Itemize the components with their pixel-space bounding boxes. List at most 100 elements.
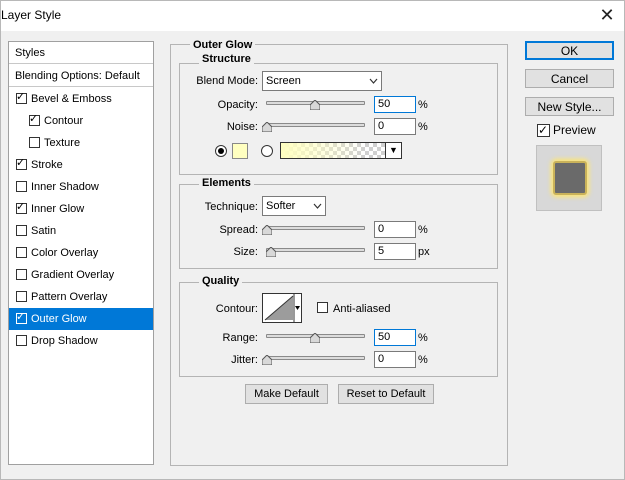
close-button[interactable]: ✕ bbox=[596, 5, 618, 27]
solid-color-radio[interactable] bbox=[215, 145, 227, 157]
jitter-unit: % bbox=[418, 354, 428, 366]
styles-header[interactable]: Styles bbox=[9, 42, 153, 64]
noise-input[interactable]: 0 bbox=[374, 118, 416, 135]
style-checkbox-contour[interactable]: ✓ bbox=[29, 113, 40, 126]
check-icon: ✓ bbox=[16, 91, 26, 103]
style-checkbox-color-overlay[interactable] bbox=[16, 247, 27, 258]
size-slider-thumb[interactable] bbox=[266, 247, 276, 257]
contour-picker[interactable] bbox=[262, 293, 302, 323]
chevron-down-icon bbox=[313, 197, 322, 222]
style-preview-thumbnail bbox=[536, 145, 602, 211]
layer-style-dialog: Layer Style ✕ Styles Blending Options: D… bbox=[0, 0, 625, 480]
style-item-label: Drop Shadow bbox=[31, 335, 98, 347]
preview-label: Preview bbox=[553, 123, 596, 137]
range-input[interactable]: 50 bbox=[374, 329, 416, 346]
chevron-down-icon bbox=[369, 72, 378, 97]
spread-input[interactable]: 0 bbox=[374, 221, 416, 238]
style-item-texture[interactable]: Texture bbox=[9, 132, 153, 154]
jitter-label: Jitter: bbox=[231, 354, 258, 366]
spread-slider[interactable] bbox=[266, 226, 365, 230]
style-checkbox-stroke[interactable]: ✓ bbox=[16, 157, 27, 170]
range-slider-thumb[interactable] bbox=[310, 333, 320, 343]
style-item-outer-glow[interactable]: ✓ Outer Glow bbox=[9, 308, 153, 330]
noise-label: Noise: bbox=[226, 121, 258, 133]
blending-options-item[interactable]: Blending Options: Default bbox=[9, 65, 153, 87]
gradient-picker[interactable]: ▼ bbox=[280, 142, 402, 159]
style-checkbox-drop-shadow[interactable] bbox=[16, 335, 27, 346]
style-item-stroke[interactable]: ✓ Stroke bbox=[9, 154, 153, 176]
style-item-label: Color Overlay bbox=[31, 247, 99, 259]
style-item-label: Inner Shadow bbox=[31, 181, 99, 193]
style-item-inner-shadow[interactable]: Inner Shadow bbox=[9, 176, 153, 198]
size-unit: px bbox=[418, 246, 430, 258]
check-icon: ✓ bbox=[538, 123, 549, 137]
style-checkbox-outer-glow[interactable]: ✓ bbox=[16, 311, 27, 324]
style-checkbox-pattern-overlay[interactable] bbox=[16, 291, 27, 302]
blend-mode-select[interactable]: Screen bbox=[262, 71, 382, 91]
glow-color-swatch[interactable] bbox=[232, 143, 248, 159]
style-item-inner-glow[interactable]: ✓ Inner Glow bbox=[9, 198, 153, 220]
size-input[interactable]: 5 bbox=[374, 243, 416, 260]
spread-slider-thumb[interactable] bbox=[262, 225, 272, 235]
style-item-gradient-overlay[interactable]: Gradient Overlay bbox=[9, 264, 153, 286]
style-item-color-overlay[interactable]: Color Overlay bbox=[9, 242, 153, 264]
caret-down-icon[interactable]: ▼ bbox=[385, 143, 401, 158]
style-checkbox-gradient-overlay[interactable] bbox=[16, 269, 27, 280]
size-label: Size: bbox=[233, 246, 258, 258]
style-item-label: Texture bbox=[44, 137, 81, 149]
anti-aliased-checkbox[interactable] bbox=[317, 302, 328, 313]
style-item-label: Bevel & Emboss bbox=[31, 93, 112, 105]
style-item-contour[interactable]: ✓ Contour bbox=[9, 110, 153, 132]
reset-to-default-button[interactable]: Reset to Default bbox=[338, 384, 434, 404]
noise-slider-thumb[interactable] bbox=[262, 122, 272, 132]
style-item-label: Pattern Overlay bbox=[31, 291, 108, 303]
opacity-slider-thumb[interactable] bbox=[310, 100, 320, 110]
opacity-label: Opacity: bbox=[217, 99, 258, 111]
style-item-drop-shadow[interactable]: Drop Shadow bbox=[9, 330, 153, 352]
style-checkbox-bevel-and-emboss[interactable]: ✓ bbox=[16, 91, 27, 104]
noise-slider[interactable] bbox=[266, 123, 365, 127]
check-icon: ✓ bbox=[29, 113, 39, 125]
noise-unit: % bbox=[418, 121, 428, 133]
quality-title: Quality bbox=[199, 275, 243, 287]
cancel-button[interactable]: Cancel bbox=[525, 69, 614, 88]
contour-label: Contour: bbox=[215, 303, 258, 315]
style-item-label: Contour bbox=[44, 115, 84, 127]
elements-title: Elements bbox=[199, 177, 254, 189]
gradient-radio[interactable] bbox=[261, 145, 273, 157]
check-icon: ✓ bbox=[16, 201, 26, 213]
technique-label: Technique: bbox=[204, 201, 258, 213]
window-title: Layer Style bbox=[1, 8, 62, 22]
check-icon: ✓ bbox=[16, 157, 26, 169]
contour-curve-icon bbox=[264, 294, 300, 322]
style-item-bevel-and-emboss[interactable]: ✓ Bevel & Emboss bbox=[9, 88, 153, 110]
jitter-slider[interactable] bbox=[266, 356, 365, 360]
spread-unit: % bbox=[418, 224, 428, 236]
style-checkbox-inner-glow[interactable]: ✓ bbox=[16, 201, 27, 214]
style-item-label: Satin bbox=[31, 225, 57, 237]
jitter-slider-thumb[interactable] bbox=[262, 355, 272, 365]
range-unit: % bbox=[418, 332, 428, 344]
jitter-input[interactable]: 0 bbox=[374, 351, 416, 368]
size-slider[interactable] bbox=[266, 248, 365, 252]
style-checkbox-inner-shadow[interactable] bbox=[16, 181, 27, 192]
technique-select[interactable]: Softer bbox=[262, 196, 326, 216]
ok-button[interactable]: OK bbox=[525, 41, 614, 60]
styles-list: Styles Blending Options: Default ✓ Bevel … bbox=[8, 41, 154, 465]
style-item-satin[interactable]: Satin bbox=[9, 220, 153, 242]
range-label: Range: bbox=[222, 332, 258, 344]
style-checkbox-texture[interactable] bbox=[29, 137, 40, 148]
make-default-button[interactable]: Make Default bbox=[245, 384, 328, 404]
blend-mode-label: Blend Mode: bbox=[196, 75, 258, 87]
style-item-pattern-overlay[interactable]: Pattern Overlay bbox=[9, 286, 153, 308]
structure-title: Structure bbox=[199, 53, 254, 65]
style-checkbox-satin[interactable] bbox=[16, 225, 27, 236]
anti-aliased-label: Anti-aliased bbox=[333, 303, 391, 315]
close-icon: ✕ bbox=[599, 5, 615, 25]
preview-checkbox[interactable]: ✓ bbox=[537, 123, 550, 137]
style-item-label: Outer Glow bbox=[31, 313, 87, 325]
check-icon: ✓ bbox=[16, 311, 26, 323]
outer-glow-title: Outer Glow bbox=[190, 39, 256, 51]
opacity-input[interactable]: 50 bbox=[374, 96, 416, 113]
new-style-button[interactable]: New Style... bbox=[525, 97, 614, 116]
